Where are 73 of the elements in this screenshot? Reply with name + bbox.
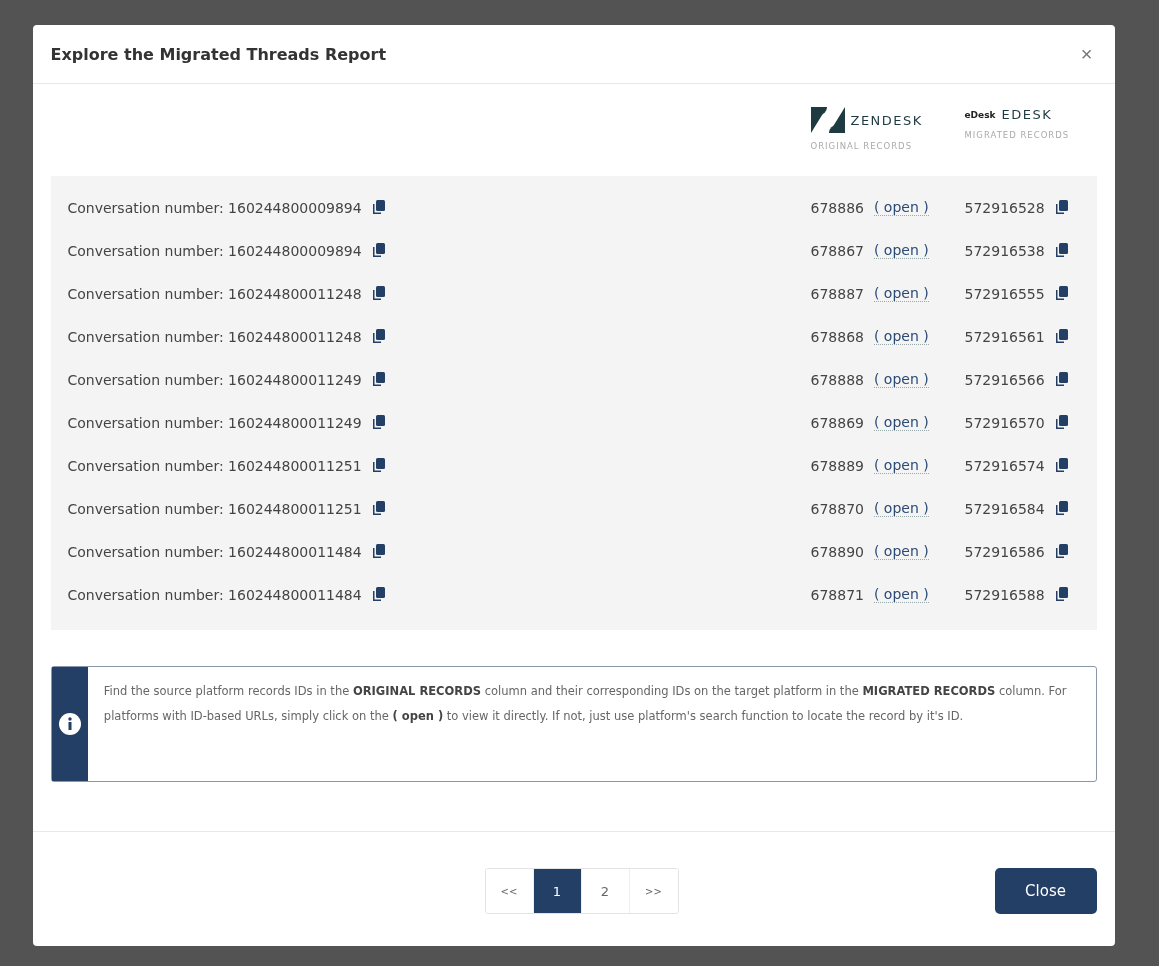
copy-icon[interactable] (371, 501, 385, 516)
migrated-id: 572916566 (964, 371, 1045, 388)
column-caption: ORIGINAL RECORDS (810, 141, 914, 151)
info-text: Find the source platform records IDs in the ORIGINAL RECORDS column and their corresponding IDs on the target platform in the MIGRATED RECORDS column. For platforms with ID-based URLs, simply click on the ( open ) to view it directly. If not, just use platform's search function to locate the record by it's ID. (102, 683, 1068, 725)
migrated-id: 572916528 (964, 199, 1045, 216)
original-id: 678870 (810, 500, 864, 517)
open-link[interactable]: ( open ) (873, 285, 929, 302)
migrated-id: 572916570 (964, 414, 1045, 431)
column-caption: MIGRATED RECORDS (964, 130, 1071, 140)
conversation-label: Conversation number: 160244800009894 (67, 242, 362, 259)
original-id: 678889 (810, 457, 864, 474)
conversation-label: Conversation number: 160244800011251 (67, 500, 362, 517)
copy-icon[interactable] (371, 415, 385, 430)
copy-icon[interactable] (371, 372, 385, 387)
migrated-id: 572916584 (964, 500, 1045, 517)
copy-icon[interactable] (1054, 372, 1068, 387)
zendesk-logo-icon (810, 107, 845, 133)
page-button[interactable]: << (485, 869, 534, 913)
migrated-id: 572916538 (964, 242, 1045, 259)
page-button[interactable]: 1 (533, 869, 582, 913)
original-id: 678871 (810, 586, 864, 603)
conversation-label: Conversation number: 160244800011249 (67, 414, 362, 431)
open-link[interactable]: ( open ) (873, 199, 929, 216)
copy-icon[interactable] (1054, 544, 1068, 559)
copy-icon[interactable] (371, 286, 385, 301)
copy-icon[interactable] (1054, 329, 1068, 344)
copy-icon[interactable] (371, 329, 385, 344)
original-id: 678868 (810, 328, 864, 345)
migrated-id: 572916588 (964, 586, 1045, 603)
copy-icon[interactable] (371, 200, 385, 215)
copy-icon[interactable] (1054, 458, 1068, 473)
original-id: 678890 (810, 543, 864, 560)
migrated-id: 572916555 (964, 285, 1045, 302)
copy-icon[interactable] (371, 544, 385, 559)
copy-icon[interactable] (371, 243, 385, 258)
conversation-label: Conversation number: 160244800011251 (67, 457, 362, 474)
platform-name: ZENDESK (850, 112, 923, 128)
copy-icon[interactable] (1054, 200, 1068, 215)
open-link[interactable]: ( open ) (873, 371, 929, 388)
migrated-id: 572916561 (964, 328, 1045, 345)
open-link[interactable]: ( open ) (873, 543, 929, 560)
migrated-id: 572916574 (964, 457, 1045, 474)
copy-icon[interactable] (1054, 286, 1068, 301)
platform-name: EDESK (1001, 107, 1053, 122)
conversation-label: Conversation number: 160244800011484 (67, 543, 362, 560)
dialog-title: Explore the Migrated Threads Report (50, 44, 387, 64)
original-id: 678867 (810, 242, 864, 259)
original-id: 678886 (810, 199, 864, 216)
copy-icon[interactable] (1054, 587, 1068, 602)
open-link[interactable]: ( open ) (873, 328, 929, 345)
migrated-id: 572916586 (964, 543, 1045, 560)
open-link[interactable]: ( open ) (873, 500, 929, 517)
open-link[interactable]: ( open ) (873, 457, 929, 474)
copy-icon[interactable] (371, 587, 385, 602)
close-button[interactable]: × (1076, 42, 1097, 66)
original-id: 678887 (810, 285, 864, 302)
original-id: 678869 (810, 414, 864, 431)
edesk-logo: eDesk (964, 109, 996, 120)
original-id: 678888 (810, 371, 864, 388)
copy-icon[interactable] (371, 458, 385, 473)
copy-icon[interactable] (1054, 501, 1068, 516)
open-link[interactable]: ( open ) (873, 242, 929, 259)
conversation-label: Conversation number: 160244800011248 (67, 285, 362, 302)
open-link[interactable]: ( open ) (873, 586, 929, 603)
close-button[interactable]: Close (994, 867, 1097, 914)
copy-icon[interactable] (1054, 415, 1068, 430)
conversation-label: Conversation number: 160244800011248 (67, 328, 362, 345)
conversation-label: Conversation number: 160244800011249 (67, 371, 362, 388)
info-icon (58, 713, 81, 735)
copy-icon[interactable] (1054, 243, 1068, 258)
open-link[interactable]: ( open ) (873, 414, 929, 431)
conversation-label: Conversation number: 160244800011484 (67, 586, 362, 603)
conversation-label: Conversation number: 160244800009894 (67, 199, 362, 216)
